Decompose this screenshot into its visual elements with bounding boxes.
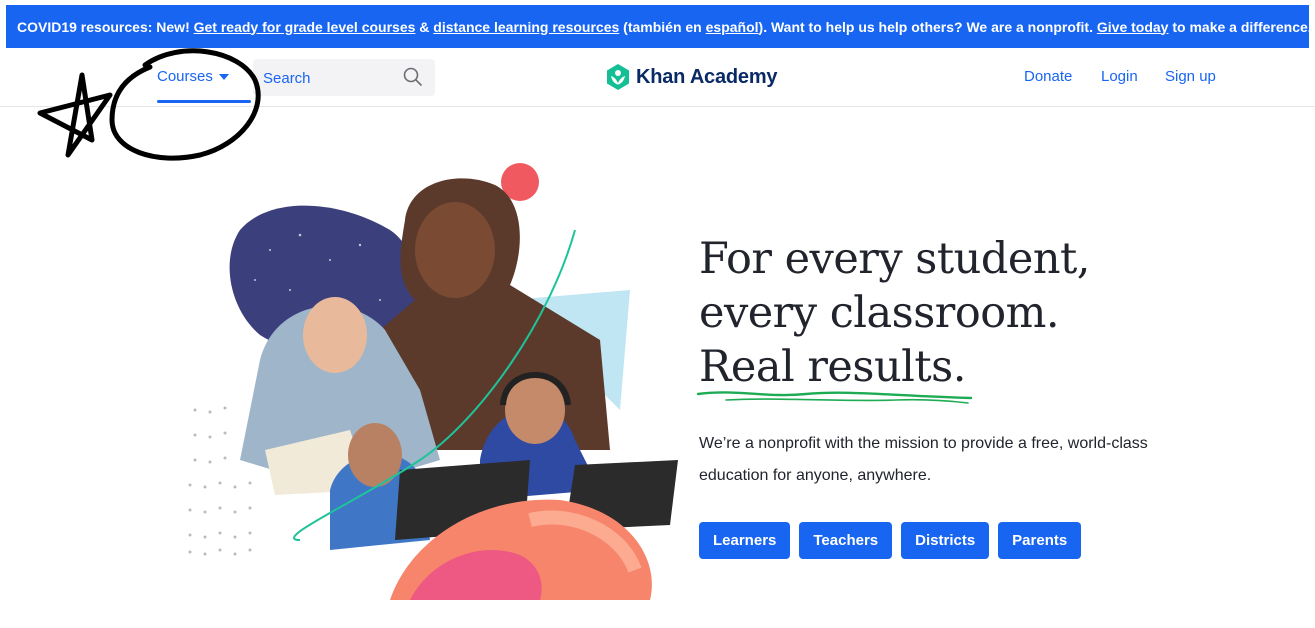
grade-level-courses-link[interactable]: Get ready for grade level courses <box>194 19 416 35</box>
khan-academy-logo-icon <box>607 64 629 90</box>
hero-title-line2: every classroom. <box>699 288 1060 338</box>
hero-title-line1: For every student, <box>699 234 1090 284</box>
parents-button[interactable]: Parents <box>998 522 1082 559</box>
circle-doodle <box>109 48 261 161</box>
logo-text: Khan Academy <box>636 65 778 88</box>
banner-suffix: to make a difference. <box>1172 18 1309 35</box>
doodle-annotation <box>37 48 261 161</box>
espanol-link[interactable]: español <box>706 19 759 35</box>
donate-link[interactable]: Donate <box>1024 68 1072 85</box>
distance-learning-link[interactable]: distance learning resources <box>433 19 619 35</box>
banner-prefix: COVID19 resources: New! <box>17 18 190 35</box>
hero-description: We’re a nonprofit with the mission to pr… <box>699 435 1148 484</box>
banner-amp: & <box>419 18 430 35</box>
search-input[interactable] <box>261 59 405 98</box>
hero-collage-illustration <box>188 163 678 600</box>
star-doodle <box>37 72 113 158</box>
banner-mid1: (también en <box>623 18 702 35</box>
districts-button[interactable]: Districts <box>901 522 990 559</box>
banner-mid2: ). Want to help us help others? We are a… <box>758 18 1093 35</box>
search-box <box>253 59 435 98</box>
khan-academy-logo[interactable]: Khan Academy <box>606 64 778 90</box>
search-icon[interactable] <box>403 67 423 87</box>
give-today-link[interactable]: Give today <box>1097 19 1169 35</box>
hero-title: For every student, every classroom. Real… <box>699 232 1090 394</box>
learners-button[interactable]: Learners <box>699 522 791 559</box>
signup-link[interactable]: Sign up <box>1165 68 1216 85</box>
audience-buttons: Learners Teachers Districts Parents <box>699 522 1082 559</box>
login-link[interactable]: Login <box>1101 68 1138 85</box>
dot-pattern <box>188 406 252 556</box>
green-underline-squiggle <box>696 391 973 404</box>
covid-banner: COVID19 resources: New! Get ready for gr… <box>6 5 1309 48</box>
teachers-button[interactable]: Teachers <box>799 522 893 559</box>
